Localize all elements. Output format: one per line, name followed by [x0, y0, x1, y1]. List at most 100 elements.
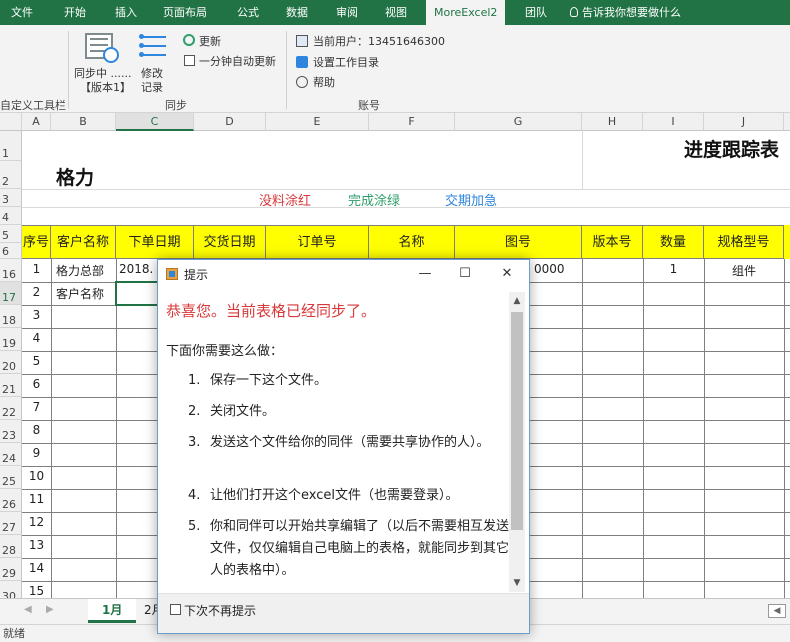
header-spec[interactable]: 规格型号 [704, 225, 784, 259]
column-header-b[interactable]: B [51, 113, 116, 131]
row-header[interactable]: 27 [0, 512, 22, 535]
cell-seq[interactable]: 15 [22, 584, 51, 598]
tab-view[interactable]: 视图 [385, 0, 407, 25]
column-header-a[interactable]: A [22, 113, 51, 131]
row-header[interactable]: 30 [0, 581, 22, 598]
tab-formulas[interactable]: 公式 [237, 0, 259, 25]
row-header[interactable]: 25 [0, 466, 22, 489]
cell-seq[interactable]: 14 [22, 561, 51, 575]
header-version[interactable]: 版本号 [582, 225, 643, 259]
column-header-e[interactable]: E [266, 113, 369, 131]
cell-border [784, 259, 785, 598]
cell-seq[interactable]: 6 [22, 377, 51, 391]
dont-show-again-checkbox[interactable] [170, 604, 181, 615]
row-header[interactable]: 18 [0, 305, 22, 328]
row-header[interactable]: 16 [0, 259, 22, 282]
row-header[interactable]: 22 [0, 397, 22, 420]
row-header[interactable]: 2 [0, 161, 22, 189]
header-drawing-no[interactable]: 图号 [455, 225, 582, 259]
header-delivery-date[interactable]: 交货日期 [194, 225, 266, 259]
cell-spec[interactable]: 组件 [704, 262, 784, 279]
prev-sheet-arrow-icon[interactable]: ◀ [24, 604, 32, 615]
modify-button-label-2[interactable]: 记录 [141, 79, 163, 95]
set-workdir-button[interactable]: 设置工作目录 [313, 54, 379, 70]
row-header[interactable]: 23 [0, 420, 22, 443]
column-header-d[interactable]: D [194, 113, 266, 131]
cell-seq[interactable]: 3 [22, 308, 51, 322]
header-quantity[interactable]: 数量 [643, 225, 704, 259]
row-header[interactable]: 3 [0, 189, 22, 207]
row-header[interactable]: 5 [0, 225, 22, 243]
tab-data[interactable]: 数据 [286, 0, 308, 25]
cell-seq[interactable]: 10 [22, 469, 51, 483]
row-header[interactable]: 17 [0, 282, 22, 305]
row-header[interactable]: 19 [0, 328, 22, 351]
dialog-scrollbar[interactable]: ▲ ▼ [509, 292, 525, 592]
column-header-i[interactable]: I [643, 113, 704, 131]
row-header[interactable]: 29 [0, 558, 22, 581]
column-header-k[interactable] [784, 113, 790, 131]
step-text: 保存一下这个文件。 [210, 373, 328, 388]
cell-seq[interactable]: 1 [22, 262, 51, 276]
cell-seq[interactable]: 5 [22, 354, 51, 368]
update-button[interactable]: 更新 [199, 33, 221, 49]
tab-home[interactable]: 开始 [64, 0, 86, 25]
tab-review[interactable]: 审阅 [336, 0, 358, 25]
help-button[interactable]: 帮助 [313, 74, 335, 90]
tab-moreexcel2[interactable]: MoreExcel2 [426, 0, 506, 25]
row-header[interactable]: 1 [0, 131, 22, 161]
cell-seq[interactable]: 7 [22, 400, 51, 414]
cell-seq[interactable]: 8 [22, 423, 51, 437]
column-header-c[interactable]: C [116, 113, 194, 131]
cell-drawing-no[interactable]: 0000 [534, 262, 565, 276]
close-icon[interactable]: ✕ [490, 263, 524, 285]
scroll-down-icon[interactable]: ▼ [509, 576, 525, 590]
modify-log-icon[interactable] [139, 33, 166, 59]
row-header[interactable]: 20 [0, 351, 22, 374]
cell-customer[interactable]: 格力总部 [56, 262, 104, 279]
cell-seq[interactable]: 4 [22, 331, 51, 345]
select-all-corner[interactable] [0, 113, 22, 131]
cell-order-date[interactable]: 2018. [119, 262, 153, 276]
cell-seq[interactable]: 13 [22, 538, 51, 552]
minimize-icon[interactable]: — [408, 263, 442, 285]
sync-icon[interactable] [85, 33, 119, 63]
header-order-no[interactable]: 订单号 [266, 225, 369, 259]
column-header-g[interactable]: G [455, 113, 582, 131]
auto-update-checkbox[interactable] [184, 55, 195, 66]
cell-customer[interactable]: 客户名称 [56, 285, 104, 302]
row-header[interactable]: 26 [0, 489, 22, 512]
column-header-j[interactable]: J [704, 113, 784, 131]
scroll-up-icon[interactable]: ▲ [509, 294, 525, 308]
cell-seq[interactable]: 2 [22, 285, 51, 299]
row-header[interactable]: 21 [0, 374, 22, 397]
next-sheet-arrow-icon[interactable]: ▶ [46, 604, 54, 615]
column-header-h[interactable]: H [582, 113, 643, 131]
dialog-titlebar[interactable]: 提示 — ☐ ✕ [158, 260, 529, 288]
row-header[interactable]: 6 [0, 243, 22, 259]
tell-me-search[interactable]: 告诉我你想要做什么 [570, 0, 681, 25]
scroll-left-icon[interactable]: ◀ [768, 604, 786, 618]
scrollbar-thumb[interactable] [511, 312, 523, 530]
header-name[interactable]: 名称 [369, 225, 455, 259]
cell-seq[interactable]: 11 [22, 492, 51, 506]
row-header[interactable]: 24 [0, 443, 22, 466]
sync-button-label-2[interactable]: 【版本1】 [80, 79, 131, 95]
row-header[interactable]: 4 [0, 207, 22, 225]
row-header[interactable]: 28 [0, 535, 22, 558]
column-header-f[interactable]: F [369, 113, 455, 131]
cell-seq[interactable]: 9 [22, 446, 51, 460]
header-customer[interactable]: 客户名称 [51, 225, 116, 259]
active-cell-c17[interactable] [115, 281, 159, 306]
tab-page-layout[interactable]: 页面布局 [163, 0, 207, 25]
dialog-title: 提示 [184, 268, 209, 282]
dont-show-again-label[interactable]: 下次不再提示 [184, 602, 256, 619]
tab-team[interactable]: 团队 [525, 0, 547, 25]
cell-quantity[interactable]: 1 [643, 262, 704, 276]
header-seq[interactable]: 序号 [22, 225, 51, 259]
cell-seq[interactable]: 12 [22, 515, 51, 529]
header-order-date[interactable]: 下单日期 [116, 225, 194, 259]
tab-insert[interactable]: 插入 [115, 0, 137, 25]
tab-file[interactable]: 文件 [11, 0, 33, 25]
maximize-icon[interactable]: ☐ [448, 263, 482, 285]
